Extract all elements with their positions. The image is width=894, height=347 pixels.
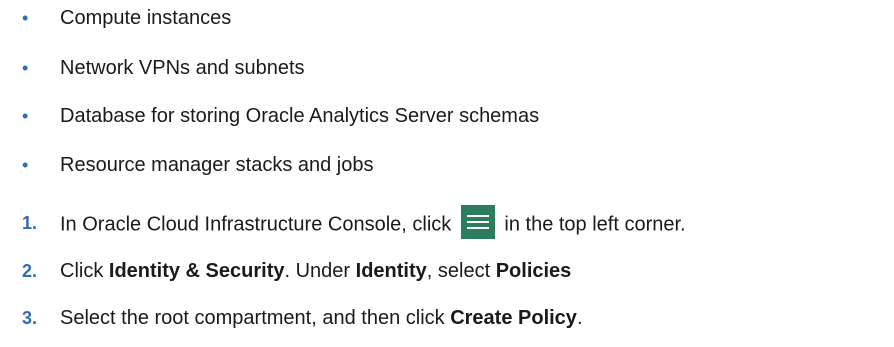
- step-text-part: , select: [426, 260, 496, 282]
- ui-label-policies: Policies: [495, 260, 572, 282]
- bullet-icon: •: [22, 8, 29, 28]
- bullet-icon: •: [22, 155, 29, 175]
- step-text-after: in the top left corner.: [498, 213, 686, 236]
- step-number: 3.: [22, 308, 38, 328]
- bullet-icon: •: [22, 58, 29, 78]
- ui-label-identity-security: Identity & Security: [108, 260, 285, 282]
- ui-label-identity: Identity: [355, 260, 427, 282]
- step-text-part: Select the root compartment, and then cl…: [60, 307, 451, 329]
- step-text-before: In Oracle Cloud Infrastructure Console, …: [60, 213, 457, 236]
- menu-bar: [466, 221, 489, 223]
- bullet-text: Database for storing Oracle Analytics Se…: [60, 105, 540, 127]
- step-text: Select the root compartment, and then cl…: [60, 303, 583, 333]
- step-text-part: . Under: [284, 260, 356, 282]
- menu-bar: [466, 215, 489, 217]
- ui-label-create-policy: Create Policy: [450, 307, 577, 329]
- step-number: 1.: [22, 213, 38, 233]
- step-text-part: .: [576, 307, 583, 329]
- bullet-icon: •: [22, 106, 29, 126]
- step-text: In Oracle Cloud Infrastructure Console, …: [60, 205, 686, 242]
- hamburger-menu-icon: [460, 205, 495, 239]
- step-text: Click Identity & Security. Under Identit…: [60, 256, 571, 286]
- step-text-part: Click: [60, 260, 109, 282]
- bullet-text: Resource manager stacks and jobs: [60, 154, 374, 176]
- step-number: 2.: [22, 261, 38, 281]
- bullet-text: Compute instances: [60, 7, 232, 29]
- bullet-text: Network VPNs and subnets: [60, 57, 305, 79]
- menu-bar: [466, 227, 489, 229]
